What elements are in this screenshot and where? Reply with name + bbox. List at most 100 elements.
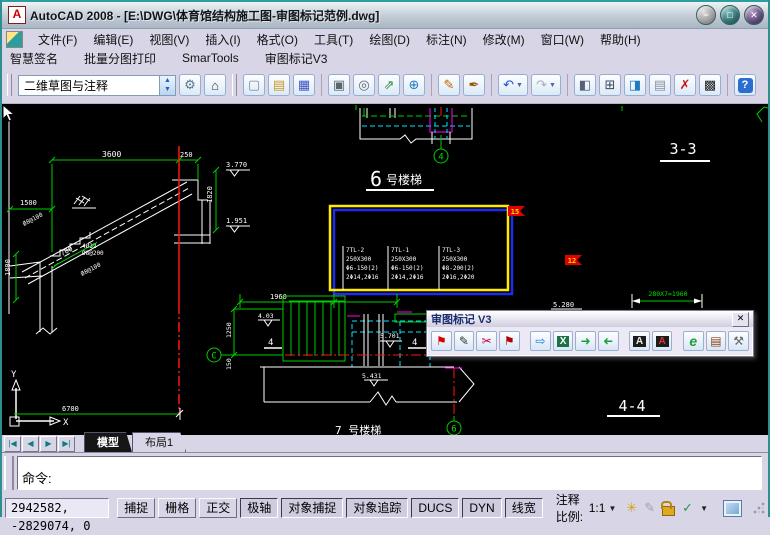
markup-flag-12[interactable]: 12	[565, 255, 582, 265]
my-workspace-button[interactable]: ⌂	[204, 74, 226, 96]
annotation-scale-dropdown-icon[interactable]: ▼	[608, 504, 616, 513]
annotation-scale-value[interactable]: 1:1	[589, 501, 606, 515]
export-excel-button[interactable]: X	[552, 331, 574, 351]
review-toolbar-title: 审图标记 V3	[431, 314, 492, 326]
sketch-button[interactable]: ✎	[438, 74, 460, 96]
plot-preview-button[interactable]: ◎	[353, 74, 375, 96]
add-markup-button[interactable]: ⚑	[431, 331, 452, 351]
workspace-settings-button[interactable]: ⚙	[179, 74, 201, 96]
tray-menu-arrow-icon[interactable]: ▼	[700, 504, 708, 513]
annotation-visibility-icon[interactable]: ✳	[626, 500, 637, 516]
quickcalc-button[interactable]: ▩	[699, 74, 721, 96]
publish-pdf-button[interactable]: A	[651, 331, 673, 351]
designcenter-button[interactable]: ⊞	[599, 74, 621, 96]
tab-model[interactable]: 模型	[84, 432, 132, 452]
menu-file[interactable]: 文件(F)	[31, 30, 84, 49]
toggle-lwt[interactable]: 线宽	[504, 498, 543, 518]
properties-button[interactable]: ◧	[574, 74, 596, 96]
trusted-autodesk-icon[interactable]: ✓	[682, 500, 693, 516]
review-toolbar-titlebar[interactable]: 审图标记 V3 ✕	[427, 311, 753, 327]
menu-insert[interactable]: 插入(I)	[198, 30, 247, 49]
workspace-dropdown[interactable]: 二维草图与注释 ▲ ▼	[18, 74, 176, 96]
delete-markup-button[interactable]: ⚑	[498, 331, 520, 351]
menu-edit[interactable]: 编辑(E)	[86, 30, 140, 49]
export-report-button[interactable]: ⇨	[530, 331, 551, 351]
match-properties-button[interactable]: ✒	[463, 74, 485, 96]
coordinate-readout[interactable]: 2942582, -2829074, 0	[5, 498, 110, 533]
command-input[interactable]: 命令:	[17, 456, 762, 490]
toggle-dyn[interactable]: DYN	[462, 498, 502, 518]
tab-last-icon[interactable]: ▶|	[58, 436, 75, 452]
help-button[interactable]: ?	[734, 74, 756, 96]
toggle-ducs[interactable]: DUCS	[411, 498, 460, 518]
publish-dwf-button[interactable]: A	[629, 331, 650, 351]
toolbar-grip[interactable]	[7, 74, 12, 96]
clean-screen-button[interactable]	[723, 499, 742, 517]
menu-format[interactable]: 格式(O)	[250, 30, 305, 49]
close-button[interactable]: ✕	[744, 5, 764, 25]
menu-review-markup-v3[interactable]: 审图标记V3	[265, 50, 328, 67]
tab-first-icon[interactable]: |◀	[4, 436, 21, 452]
redo-button[interactable]: ↷ ▼	[531, 74, 561, 96]
tab-next-icon[interactable]: ▶	[40, 436, 57, 452]
maximize-button[interactable]: □	[720, 5, 740, 25]
menu-window[interactable]: 窗口(W)	[534, 30, 591, 49]
toggle-polar[interactable]: 极轴	[240, 498, 279, 518]
svg-text:4.03: 4.03	[258, 312, 274, 320]
window-title: AutoCAD 2008 - [E:\DWG\体育馆结构施工图-审图标记范例.d…	[30, 8, 380, 23]
save-button[interactable]: ▦	[293, 74, 315, 96]
workspace-spinner-icon[interactable]: ▲ ▼	[159, 75, 175, 95]
open-button[interactable]: ▤	[268, 74, 290, 96]
modify-markup-button[interactable]: ✂	[476, 331, 497, 351]
toggle-otrack[interactable]: 对象追踪	[346, 498, 409, 518]
new-button[interactable]: ▢	[243, 74, 265, 96]
svg-text:1800: 1800	[4, 259, 12, 276]
tab-prev-icon[interactable]: ◀	[22, 436, 39, 452]
menu-smart-signature[interactable]: 智慧签名	[10, 50, 58, 67]
annotation-autoscale-icon[interactable]: ✎	[644, 500, 655, 516]
tool-palettes-button[interactable]: ◨	[624, 74, 646, 96]
plot-button[interactable]: ▣	[328, 74, 350, 96]
publish-button[interactable]: ⇗	[378, 74, 400, 96]
tab-layout1[interactable]: 布局1	[132, 432, 186, 452]
designcenter-icon: ⊞	[604, 77, 616, 92]
toggle-grid[interactable]: 栅格	[158, 498, 197, 518]
drawing-canvas[interactable]: 3600 250 3.770 1500 1820 1.951 700 1800 …	[2, 104, 768, 435]
menu-batch-plot[interactable]: 批量分图打印	[84, 50, 156, 67]
toolbar-lock-icon[interactable]	[661, 500, 676, 516]
resize-grip[interactable]	[753, 502, 765, 514]
menu-view[interactable]: 视图(V)	[142, 30, 196, 49]
settings-button[interactable]: ⚒	[728, 331, 749, 351]
menu-help[interactable]: 帮助(H)	[593, 30, 648, 49]
redo-dropdown-icon[interactable]: ▼	[549, 82, 556, 89]
svg-text:Ø8@200: Ø8@200	[82, 250, 104, 257]
menu-tools[interactable]: 工具(T)	[307, 30, 360, 49]
command-window-grip[interactable]	[4, 456, 14, 490]
undo-icon: ↶	[503, 77, 514, 92]
svg-text:Y: Y	[11, 370, 17, 380]
review-toolbar-close-button[interactable]: ✕	[732, 311, 749, 327]
toggle-snap[interactable]: 捕捉	[117, 498, 156, 518]
preview-icon: ◎	[358, 77, 370, 92]
toggle-osnap[interactable]: 对象捕捉	[281, 498, 344, 518]
menu-modify[interactable]: 修改(M)	[476, 30, 532, 49]
grid-bubble-4: 4	[438, 153, 443, 163]
help-book-button[interactable]: ▤	[705, 331, 727, 351]
3d-dwf-button[interactable]: ⊕	[403, 74, 425, 96]
sheet-set-manager-button[interactable]: ▤	[649, 74, 671, 96]
minimize-button[interactable]: −	[696, 5, 716, 25]
browser-view-button[interactable]: e	[683, 331, 704, 351]
markup-flag-15[interactable]: 15	[508, 206, 525, 216]
menu-dimension[interactable]: 标注(N)	[419, 30, 474, 49]
edit-markup-button[interactable]: ✎	[453, 331, 475, 351]
title-bar: A AutoCAD 2008 - [E:\DWG\体育馆结构施工图-审图标记范例…	[2, 0, 768, 29]
toggle-ortho[interactable]: 正交	[199, 498, 238, 518]
markup-set-manager-button[interactable]: ✗	[674, 74, 696, 96]
undo-button[interactable]: ↶ ▼	[498, 74, 528, 96]
menu-draw[interactable]: 绘图(D)	[362, 30, 417, 49]
toolbar-grip[interactable]	[232, 74, 237, 96]
undo-dropdown-icon[interactable]: ▼	[516, 82, 523, 89]
menu-smartools[interactable]: SmarTools	[182, 51, 239, 65]
next-markup-button[interactable]: ➜	[575, 331, 597, 351]
prev-markup-button[interactable]: ➜	[598, 331, 619, 351]
